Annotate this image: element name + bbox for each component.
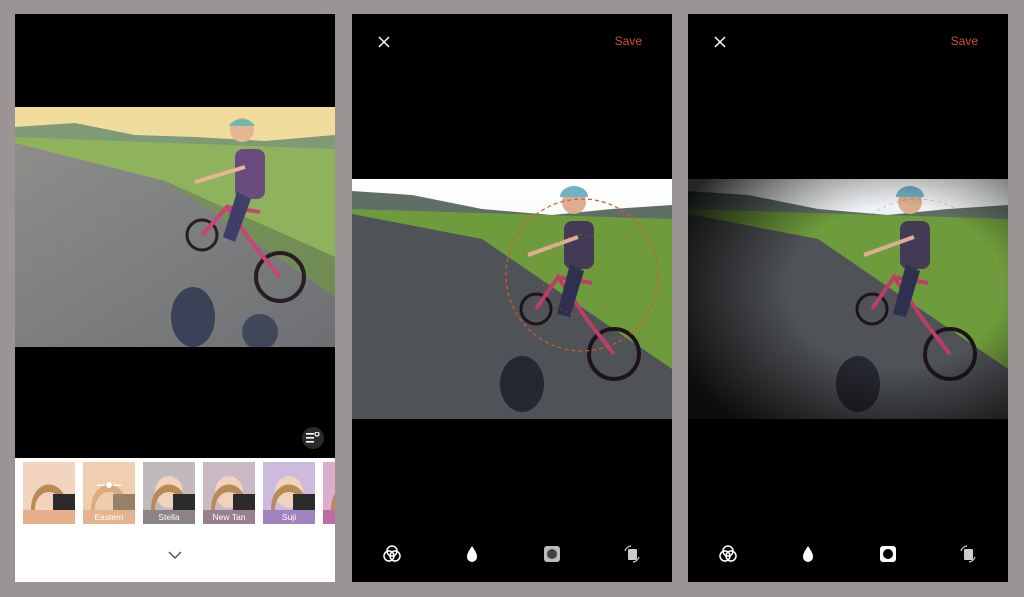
sliders-icon (306, 432, 320, 443)
editor-toolbar (352, 542, 672, 570)
editor-toolbar (688, 542, 1008, 570)
filter-preview-image (143, 462, 195, 510)
tool-drop[interactable] (460, 542, 484, 566)
photo-preview (352, 179, 672, 419)
tool-vignette[interactable] (540, 542, 564, 566)
vignette-icon (544, 546, 560, 562)
filter-thumb[interactable]: Stella (143, 462, 195, 524)
filter-thumb[interactable] (323, 462, 335, 524)
filter-thumb[interactable] (23, 462, 75, 524)
adjust-button[interactable] (302, 427, 324, 449)
editor-vignette-screen: Save (688, 14, 1008, 582)
drop-icon (803, 546, 813, 562)
filter-preview-image (203, 462, 255, 510)
filter-preview-image (323, 462, 335, 510)
editor-radial-screen: Save (352, 14, 672, 582)
photo-preview (15, 107, 335, 347)
filter-panel: Eastern Stella New Tan Suji (15, 458, 335, 582)
filter-label: Stella (143, 510, 195, 524)
rotate-icon (624, 545, 640, 563)
tool-color-mix[interactable] (380, 542, 404, 566)
tool-rotate[interactable] (620, 542, 644, 566)
save-button[interactable]: Save (615, 34, 642, 48)
filter-label (323, 510, 335, 524)
filter-thumb[interactable]: Suji (263, 462, 315, 524)
color-mix-icon (383, 545, 401, 562)
rotate-icon (960, 545, 976, 563)
tool-vignette[interactable] (876, 542, 900, 566)
selected-filter-marker-icon (83, 462, 135, 510)
filter-strip[interactable]: Eastern Stella New Tan Suji (23, 462, 335, 524)
filter-preview-image (263, 462, 315, 510)
chevron-down-icon[interactable] (165, 548, 185, 562)
filter-thumb[interactable]: New Tan (203, 462, 255, 524)
close-icon[interactable] (376, 34, 392, 50)
filter-label: New Tan (203, 510, 255, 524)
filter-label: Eastern (83, 510, 135, 524)
filter-screen: Eastern Stella New Tan Suji (15, 14, 335, 582)
photo-preview (688, 179, 1008, 419)
filter-preview-image (83, 462, 135, 510)
close-icon[interactable] (712, 34, 728, 50)
color-mix-icon (719, 545, 737, 562)
filter-label (23, 510, 75, 524)
tool-rotate[interactable] (956, 542, 980, 566)
save-button[interactable]: Save (951, 34, 978, 48)
vignette-icon (880, 546, 896, 562)
drop-icon (467, 546, 477, 562)
tool-drop[interactable] (796, 542, 820, 566)
tool-color-mix[interactable] (716, 542, 740, 566)
filter-preview-image (23, 462, 75, 510)
filter-thumb[interactable]: Eastern (83, 462, 135, 524)
filter-label: Suji (263, 510, 315, 524)
